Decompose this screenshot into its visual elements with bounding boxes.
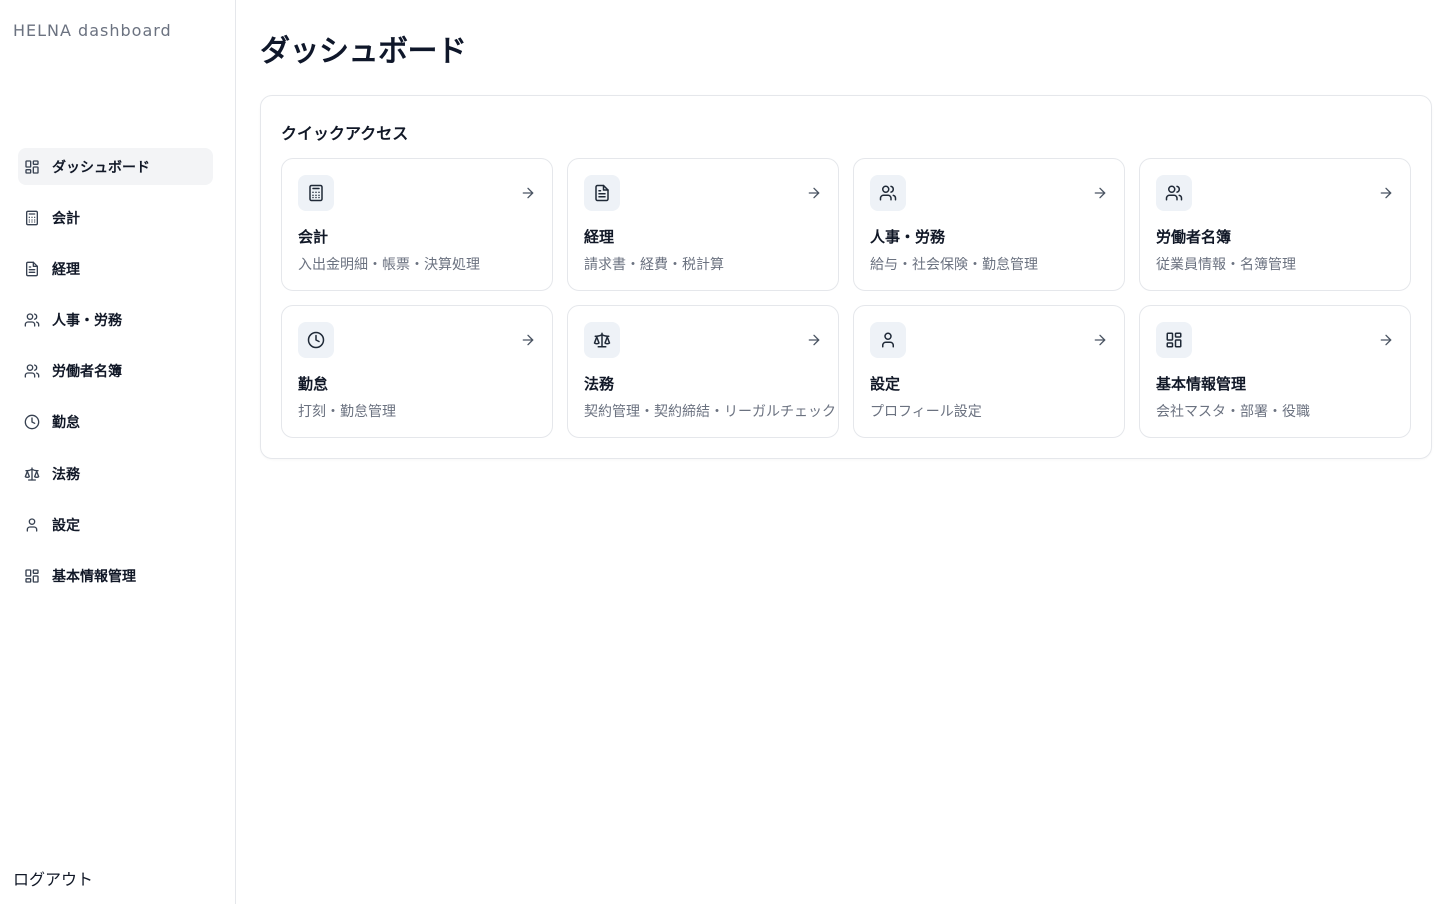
arrow-right-icon: [1378, 332, 1394, 348]
arrow-right-icon: [1092, 185, 1108, 201]
dashboard-grid-icon: [24, 568, 40, 584]
file-text-icon: [584, 175, 620, 211]
arrow-right-icon: [1378, 185, 1394, 201]
sidebar-item-label: 労働者名簿: [52, 364, 122, 381]
page-title: ダッシュボード: [260, 34, 467, 69]
clock-icon: [24, 414, 40, 430]
user-icon: [870, 322, 906, 358]
arrow-right-icon: [806, 332, 822, 348]
clock-icon: [298, 322, 334, 358]
scale-icon: [584, 322, 620, 358]
scale-icon: [24, 466, 40, 482]
sidebar-item-bookkeeping[interactable]: 経理: [18, 250, 213, 287]
users-icon: [1156, 175, 1192, 211]
card-title: 人事・労務: [870, 228, 946, 246]
users-icon: [24, 312, 40, 328]
arrow-right-icon: [520, 185, 536, 201]
card-description: 契約管理・契約締結・リーガルチェック: [584, 404, 836, 420]
users-icon: [24, 363, 40, 379]
quick-card-attendance[interactable]: 勤怠 打刻・勤怠管理: [281, 305, 553, 438]
quick-card-settings[interactable]: 設定 プロフィール設定: [853, 305, 1125, 438]
card-title: 労働者名簿: [1156, 228, 1232, 246]
card-description: 給与・社会保険・勤怠管理: [870, 257, 1038, 273]
quick-access-grid: 会計 入出金明細・帳票・決算処理 経理 請求書・経費・税計算 人事・労務 給与・…: [281, 158, 1411, 438]
card-title: 勤怠: [298, 375, 329, 393]
sidebar: HELNA dashboard ダッシュボード 会計 経理 人事・労務 労働者名…: [0, 0, 236, 904]
sidebar-item-label: 設定: [52, 517, 80, 534]
quick-card-worker-roster[interactable]: 労働者名簿 従業員情報・名簿管理: [1139, 158, 1411, 291]
sidebar-item-legal[interactable]: 法務: [18, 455, 213, 492]
card-title: 法務: [584, 375, 615, 393]
calculator-icon: [24, 210, 40, 226]
sidebar-item-worker-roster[interactable]: 労働者名簿: [18, 353, 213, 390]
arrow-right-icon: [520, 332, 536, 348]
card-description: 打刻・勤怠管理: [298, 404, 396, 420]
quick-card-legal[interactable]: 法務 契約管理・契約締結・リーガルチェック: [567, 305, 839, 438]
card-description: 従業員情報・名簿管理: [1156, 257, 1296, 273]
sidebar-item-settings[interactable]: 設定: [18, 506, 213, 543]
sidebar-nav: ダッシュボード 会計 経理 人事・労務 労働者名簿 勤怠 法務 設定 基本情報管…: [18, 148, 213, 609]
card-title: 経理: [584, 228, 615, 246]
sidebar-item-dashboard[interactable]: ダッシュボード: [18, 148, 213, 185]
sidebar-item-accounting[interactable]: 会計: [18, 199, 213, 236]
quick-card-bookkeeping[interactable]: 経理 請求書・経費・税計算: [567, 158, 839, 291]
card-description: プロフィール設定: [870, 404, 982, 420]
sidebar-item-label: 基本情報管理: [52, 569, 136, 585]
logout-button[interactable]: ログアウト: [13, 866, 93, 890]
card-description: 請求書・経費・税計算: [584, 257, 724, 273]
card-title: 基本情報管理: [1156, 375, 1247, 393]
users-icon: [870, 175, 906, 211]
quick-access-title: クイックアクセス: [281, 124, 409, 143]
sidebar-item-label: 経理: [52, 261, 80, 278]
sidebar-item-master-data[interactable]: 基本情報管理: [18, 558, 213, 595]
sidebar-item-label: ダッシュボード: [52, 159, 150, 176]
dashboard-grid-icon: [24, 159, 40, 175]
brand-title: HELNA dashboard: [13, 21, 172, 40]
calculator-icon: [298, 175, 334, 211]
sidebar-item-label: 法務: [52, 466, 80, 483]
quick-card-accounting[interactable]: 会計 入出金明細・帳票・決算処理: [281, 158, 553, 291]
quick-access-panel: クイックアクセス 会計 入出金明細・帳票・決算処理 経理 請求書・経費・税計算 …: [260, 95, 1432, 459]
card-description: 会社マスタ・部署・役職: [1156, 404, 1310, 420]
dashboard-grid-icon: [1156, 322, 1192, 358]
sidebar-item-hr[interactable]: 人事・労務: [18, 302, 213, 339]
sidebar-item-label: 勤怠: [52, 415, 80, 432]
file-text-icon: [24, 261, 40, 277]
quick-card-hr[interactable]: 人事・労務 給与・社会保険・勤怠管理: [853, 158, 1125, 291]
arrow-right-icon: [806, 185, 822, 201]
card-title: 会計: [298, 228, 329, 246]
arrow-right-icon: [1092, 332, 1108, 348]
user-icon: [24, 517, 40, 533]
sidebar-item-label: 会計: [52, 210, 80, 227]
quick-card-master-data[interactable]: 基本情報管理 会社マスタ・部署・役職: [1139, 305, 1411, 438]
card-title: 設定: [870, 375, 901, 393]
main-content: ダッシュボード クイックアクセス 会計 入出金明細・帳票・決算処理 経理 請求書…: [236, 0, 1450, 904]
card-description: 入出金明細・帳票・決算処理: [298, 257, 480, 273]
sidebar-item-label: 人事・労務: [52, 313, 122, 330]
sidebar-item-attendance[interactable]: 勤怠: [18, 404, 213, 441]
